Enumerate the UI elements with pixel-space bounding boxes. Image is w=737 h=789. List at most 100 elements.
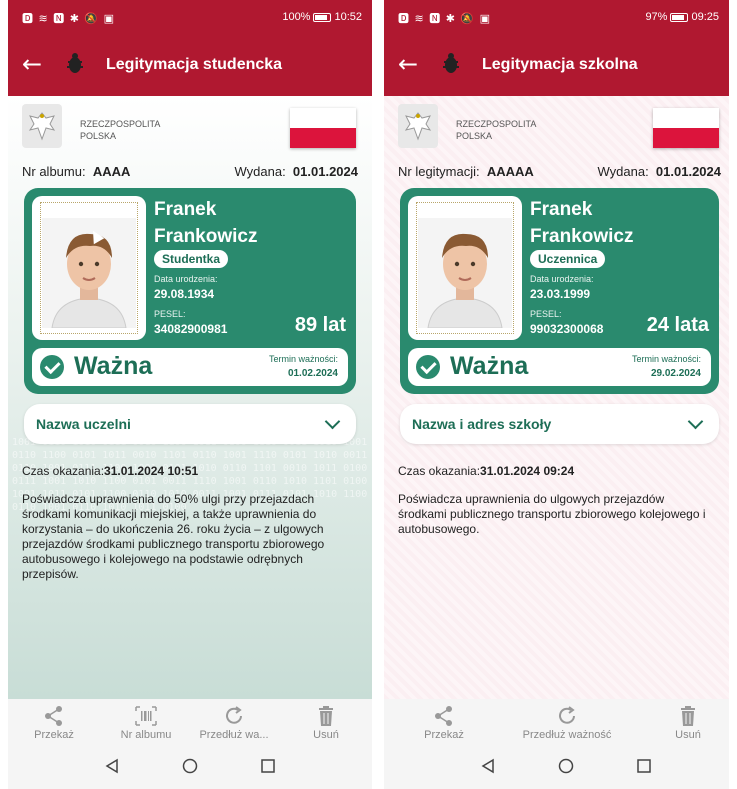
shown-time: Czas okazania:31.01.2024 10:51 (22, 464, 198, 478)
country-line1: RZECZPOSPOLITA (80, 119, 161, 129)
role-badge: Studentka (154, 250, 229, 268)
back-arrow-icon[interactable]: ← (22, 52, 42, 76)
battery-percent: 97% (645, 11, 668, 23)
dob-value: 29.08.1934 (154, 287, 215, 301)
status-bar: 🅳 ≋ 🅽 ✱ 🔕 ▣ 97% 09:25 (384, 0, 729, 34)
id-value: AAAA (92, 164, 131, 179)
status-bar: 🅳 ≋ 🅽 ✱ 🔕 ▣ 100% 10:52 (8, 0, 372, 34)
nav-share[interactable]: Przekaż (404, 705, 484, 741)
validity-box: Ważna Termin ważności: 01.02.2024 (32, 348, 348, 386)
nav-extend[interactable]: Przedłuż wa... (194, 705, 274, 741)
issue-date: Wydana: 01.01.2024 (235, 164, 359, 179)
chevron-down-icon[interactable] (324, 413, 341, 430)
issue-date: Wydana: 01.01.2024 (598, 164, 722, 179)
share-icon (435, 706, 452, 726)
app-bar: ← Legitymacja szkolna (384, 34, 729, 96)
shown-time: Czas okazania:31.01.2024 09:24 (398, 464, 574, 478)
bottom-nav: Przekaż Przedłuż ważność Usuń (384, 699, 729, 745)
back-arrow-icon[interactable]: ← (398, 52, 418, 76)
status-icons: 🅳 ≋ 🅽 ✱ 🔕 ▣ (398, 12, 492, 25)
valid-status: Ważna (450, 352, 529, 380)
role-badge: Uczennica (530, 250, 606, 268)
bottom-nav: Przekaż Nr albumu Przedłuż wa... Usuń (8, 699, 372, 745)
id-label: Nr albumu: (22, 164, 86, 179)
id-number: Nr legitymacji: AAAAA (398, 164, 534, 179)
phone-right: 🅳 ≋ 🅽 ✱ 🔕 ▣ 97% 09:25 ← Legitymacja szkol… (384, 0, 729, 789)
content-area: 1001 0110 1010 0111 0010 1100 1011 0100 … (8, 96, 372, 699)
page-title: Legitymacja szkolna (482, 56, 638, 73)
check-circle-icon (416, 355, 440, 379)
entitlement-description: Poświadcza uprawnienia do ulgowych przej… (398, 492, 706, 536)
pesel-value: 34082900981 (154, 322, 228, 336)
system-nav (384, 745, 729, 789)
clock: 09:25 (691, 11, 719, 23)
shown-value: 31.01.2024 09:24 (480, 464, 575, 478)
age: 24 lata (646, 314, 709, 336)
system-back-icon[interactable] (104, 758, 120, 774)
nav-label: Przedłuż ważność (522, 729, 612, 741)
bug-icon[interactable] (66, 52, 84, 74)
valid-status: Ważna (74, 352, 153, 380)
eagle-emblem-icon (22, 104, 62, 148)
dob-label: Data urodzenia: (530, 274, 594, 284)
nav-label: Nr albumu (120, 729, 172, 741)
chevron-down-icon[interactable] (687, 413, 704, 430)
photo[interactable] (408, 196, 522, 340)
face-photo (418, 218, 512, 328)
clock: 10:52 (334, 11, 362, 23)
last-name: Frankowicz (530, 226, 634, 247)
system-home-icon[interactable] (182, 758, 198, 774)
pesel-label: PESEL: (154, 309, 186, 319)
trash-icon (681, 706, 695, 726)
first-name: Franek (530, 199, 593, 220)
pesel-label: PESEL: (530, 309, 562, 319)
dob-label: Data urodzenia: (154, 274, 218, 284)
refresh-icon (226, 706, 242, 724)
id-value: AAAAA (486, 164, 534, 179)
photo[interactable] (32, 196, 146, 340)
country-line1: RZECZPOSPOLITA (456, 119, 537, 129)
status-right: 97% 09:25 (645, 11, 719, 23)
barcode-icon (135, 706, 157, 726)
system-recents-icon[interactable] (260, 758, 276, 774)
issued-value: 01.01.2024 (655, 164, 721, 179)
nav-delete[interactable]: Usuń (286, 705, 366, 741)
bug-icon[interactable] (442, 52, 460, 74)
country-line2: POLSKA (456, 131, 493, 141)
nav-label: Przekaż (424, 729, 464, 741)
accordion-label: Nazwa i adres szkoły (412, 416, 552, 432)
university-accordion[interactable]: Nazwa uczelni (24, 404, 356, 444)
phone-left: 🅳 ≋ 🅽 ✱ 🔕 ▣ 100% 10:52 ← Legitymacja stud… (8, 0, 372, 789)
pesel-value: 99032300068 (530, 322, 604, 336)
school-accordion[interactable]: Nazwa i adres szkoły (400, 404, 719, 444)
holder-name: Franek Frankowicz (154, 196, 257, 250)
polish-flag-icon (290, 108, 356, 148)
first-name: Franek (154, 199, 217, 220)
nav-share[interactable]: Przekaż (14, 705, 94, 741)
dob-value: 23.03.1999 (530, 287, 591, 301)
share-icon (45, 706, 62, 726)
content-area: RZECZPOSPOLITA POLSKA Nr legitymacji: AAA… (384, 96, 729, 699)
id-number: Nr albumu: AAAA (22, 164, 130, 179)
app-bar: ← Legitymacja studencka (8, 34, 372, 96)
page-title: Legitymacja studencka (106, 56, 283, 73)
nav-album-number[interactable]: Nr albumu (106, 705, 186, 741)
shown-value: 31.01.2024 10:51 (104, 464, 199, 478)
id-card: Franek Frankowicz Studentka Data urodzeni… (24, 188, 356, 394)
system-home-icon[interactable] (558, 758, 574, 774)
age: 89 lat (294, 314, 346, 336)
nav-extend[interactable]: Przedłuż ważność (512, 705, 622, 741)
shown-label: Czas okazania: (398, 464, 481, 478)
issued-value: 01.01.2024 (292, 164, 358, 179)
last-name: Frankowicz (154, 226, 258, 247)
issued-label: Wydana: (597, 164, 649, 179)
nav-delete[interactable]: Usuń (648, 705, 728, 741)
system-back-icon[interactable] (480, 758, 496, 774)
country-name: RZECZPOSPOLITA POLSKA (456, 118, 536, 142)
battery-icon (313, 12, 332, 22)
system-nav (8, 745, 372, 789)
system-recents-icon[interactable] (636, 758, 652, 774)
expiry-value: 01.02.2024 (287, 368, 338, 379)
nav-label: Przedłuż wa... (199, 729, 269, 741)
validity-box: Ważna Termin ważności: 29.02.2024 (408, 348, 711, 386)
